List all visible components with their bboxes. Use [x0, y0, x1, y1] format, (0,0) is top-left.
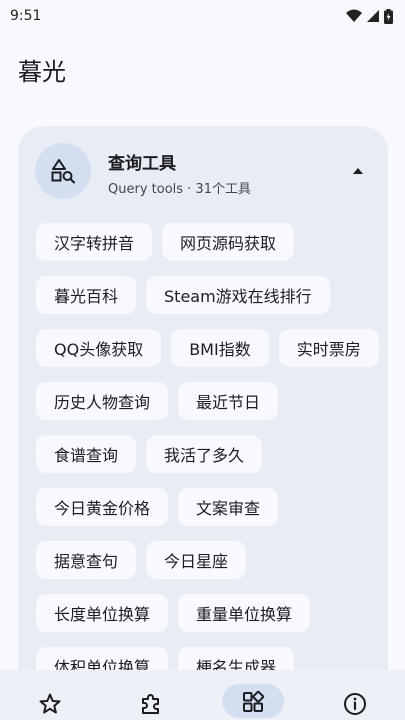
star-icon — [39, 693, 61, 714]
wifi-icon — [346, 9, 362, 22]
category-title: 查询工具 — [108, 154, 176, 174]
tool-chip[interactable]: BMI指数 — [171, 329, 269, 367]
nav-about[interactable] — [324, 686, 386, 720]
battery-icon — [384, 8, 393, 24]
tool-chip[interactable]: 重量单位换算 — [178, 594, 311, 632]
tool-chip[interactable]: 据意查句 — [36, 541, 137, 579]
tool-chip-list: 汉字转拼音 网页源码获取 暮光百科 Steam游戏在线排行 QQ头像获取 BMI指数 实时票… — [36, 223, 381, 685]
bottom-navigation — [0, 670, 405, 720]
puzzle-icon — [142, 694, 159, 714]
tool-chip[interactable]: 网页源码获取 — [162, 223, 295, 261]
category-subtitle: Query tools · 31个工具 — [108, 182, 251, 197]
tool-chip[interactable]: QQ头像获取 — [36, 329, 162, 367]
tool-chip[interactable]: 我活了多久 — [146, 435, 263, 473]
tool-chip[interactable]: 历史人物查询 — [36, 382, 169, 420]
tool-chip[interactable]: 文案审查 — [178, 488, 279, 526]
tool-chip[interactable]: 暮光百科 — [36, 276, 137, 314]
tool-chip[interactable]: 今日黄金价格 — [36, 488, 169, 526]
tool-chip[interactable]: 汉字转拼音 — [36, 223, 153, 261]
status-bar: 9:51 — [0, 0, 405, 32]
tool-chip[interactable]: 今日星座 — [146, 541, 247, 579]
status-icons — [346, 8, 393, 24]
tool-chip[interactable]: 食谱查询 — [36, 435, 137, 473]
collapse-arrow-icon — [353, 168, 363, 174]
collapse-button[interactable] — [350, 164, 366, 178]
tool-chip[interactable]: 长度单位换算 — [36, 594, 169, 632]
cellular-signal-icon — [367, 10, 379, 22]
nav-favorites[interactable] — [19, 686, 81, 720]
grid-apps-icon — [243, 690, 265, 712]
tool-chip[interactable]: 最近节日 — [178, 382, 279, 420]
nav-plugins[interactable] — [120, 686, 182, 720]
nav-tools[interactable] — [222, 684, 284, 718]
info-icon — [344, 693, 366, 715]
status-time: 9:51 — [10, 8, 42, 24]
tool-chip[interactable]: Steam游戏在线排行 — [146, 276, 330, 314]
category-icon-container — [35, 143, 91, 199]
shapes-search-icon — [51, 159, 75, 184]
tool-chip[interactable]: 实时票房 — [278, 329, 379, 367]
category-card-query-tools: 查询工具 Query tools · 31个工具 汉字转拼音 网页源码获取 暮光百科… — [18, 126, 388, 706]
category-header[interactable]: 查询工具 Query tools · 31个工具 — [18, 126, 388, 216]
app-title: 暮光 — [18, 58, 66, 86]
